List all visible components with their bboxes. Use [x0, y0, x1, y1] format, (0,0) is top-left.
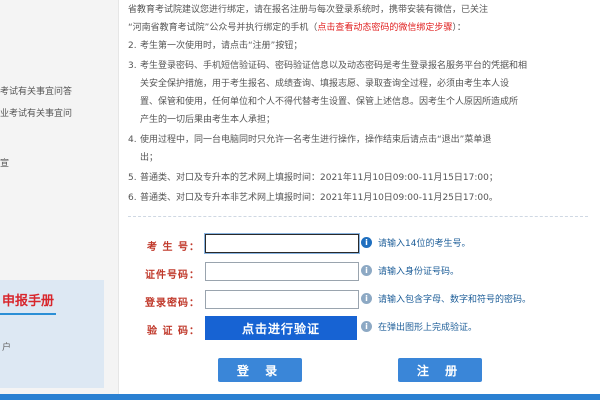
captcha-label: 验 证 码： [147, 326, 200, 337]
notice-text: 使用过程中，同一台电脑同时只允许一名考生进行操作，操作结束后请点击“退出”菜单退 [140, 135, 492, 145]
notice-text: 普通类、对口及专升本非艺术网上填报时间：2021年11月10日09:00-11月… [140, 193, 498, 203]
wechat-binding-link[interactable]: 点击查看动态密码的微信绑定步骤 [317, 23, 452, 33]
notice-text: “河南省教育考试院”公众号并执行绑定的手机（ [128, 23, 318, 33]
item-number: 3. [128, 61, 137, 71]
notice-item-2: 2. 考生第一次使用时，请点击“注册”按钮； [128, 38, 302, 54]
captcha-row: 验 证 码： 点击进行验证 i 在弹出图形上完成验证。 [128, 316, 598, 340]
notice-item-4: 4. 使用过程中，同一台电脑同时只允许一名考生进行操作，操作结束后请点击“退出”菜… [128, 132, 491, 148]
notice-item-3: 3. 考生登录密码、手机短信验证码、密码验证信息以及动态密码是考生登录报名服务平台… [128, 58, 527, 74]
item-number: 5. [128, 173, 137, 183]
divider [128, 216, 588, 217]
info-icon: i [361, 321, 372, 332]
notice-line: 关安全保护措施，用于考生报名、成绩查询、填报志愿、录取查询全过程，必须由考生本人… [140, 79, 510, 89]
notice-text: 普通类、对口及专升本的艺术网上填报时间：2021年11月10日09:00-11月… [140, 173, 498, 183]
password-input[interactable] [205, 290, 359, 309]
left-sidebar: 考试有关事宜问答 业考试有关事宜问 宣 申报手册 户 [0, 0, 119, 400]
notice-line: 省教育考试院建议您进行绑定，请在报名注册与每次登录系统时，携带安装有微信，已关注 [128, 5, 489, 15]
id-no-hint: 请输入身份证号码。 [378, 267, 460, 277]
guide-underline [0, 313, 56, 315]
item-number: 4. [128, 135, 137, 145]
password-hint: 请输入包含字母、数字和符号的密码。 [378, 295, 532, 305]
info-icon: i [361, 293, 372, 304]
exam-no-input[interactable] [205, 234, 359, 253]
id-no-row: 证件号码： i 请输入身份证号码。 [128, 262, 598, 284]
info-icon: i [361, 265, 372, 276]
login-button[interactable]: 登 录 [218, 358, 302, 382]
notice-text: ）： [452, 23, 466, 33]
sidebar-link-3[interactable]: 宣 [0, 156, 9, 169]
notice-line: 产生的一切后果由考生本人承担； [140, 115, 276, 125]
password-row: 登录密码： i 请输入包含字母、数字和符号的密码。 [128, 290, 598, 312]
item-number: 2. [128, 41, 137, 51]
password-label: 登录密码： [145, 298, 200, 309]
notice-line: “河南省教育考试院”公众号并执行绑定的手机（点击查看动态密码的微信绑定步骤）： [128, 20, 466, 36]
guide-snippet: 户 [2, 343, 12, 353]
main-content: 省教育考试院建议您进行绑定，请在报名注册与每次登录系统时，携带安装有微信，已关注… [128, 0, 590, 400]
exam-no-hint: 请输入14位的考生号。 [378, 239, 471, 249]
exam-no-label: 考 生 号： [147, 242, 200, 253]
id-no-input[interactable] [205, 262, 359, 281]
notice-text: 考生登录密码、手机短信验证码、密码验证信息以及动态密码是考生登录报名服务平台的凭… [140, 61, 528, 71]
notice-item-6: 6. 普通类、对口及专升本非艺术网上填报时间：2021年11月10日09:00-1… [128, 190, 498, 206]
notice-line: 置、保管和使用，任何单位和个人不得代替考生设置、保管上述信息。因考生个人原因所造… [140, 97, 519, 107]
id-no-label: 证件号码： [145, 270, 200, 281]
captcha-hint: 在弹出图形上完成验证。 [378, 323, 478, 333]
register-button[interactable]: 注 册 [398, 358, 482, 382]
sidebar-link-2[interactable]: 业考试有关事宜问 [0, 106, 72, 119]
guide-title[interactable]: 申报手册 [2, 290, 54, 309]
info-icon: i [361, 237, 372, 248]
bottom-bar [0, 394, 600, 400]
exam-no-row: 考 生 号： i 请输入14位的考生号。 [128, 234, 598, 256]
registration-guide-box[interactable]: 申报手册 户 [0, 280, 104, 388]
notice-item-5: 5. 普通类、对口及专升本的艺术网上填报时间：2021年11月10日09:00-1… [128, 170, 498, 186]
sidebar-link-1[interactable]: 考试有关事宜问答 [0, 84, 72, 97]
item-number: 6. [128, 193, 137, 203]
notice-text: 考生第一次使用时，请点击“注册”按钮； [140, 41, 303, 51]
notice-line: 出； [140, 153, 159, 163]
captcha-verify-button[interactable]: 点击进行验证 [205, 316, 357, 340]
